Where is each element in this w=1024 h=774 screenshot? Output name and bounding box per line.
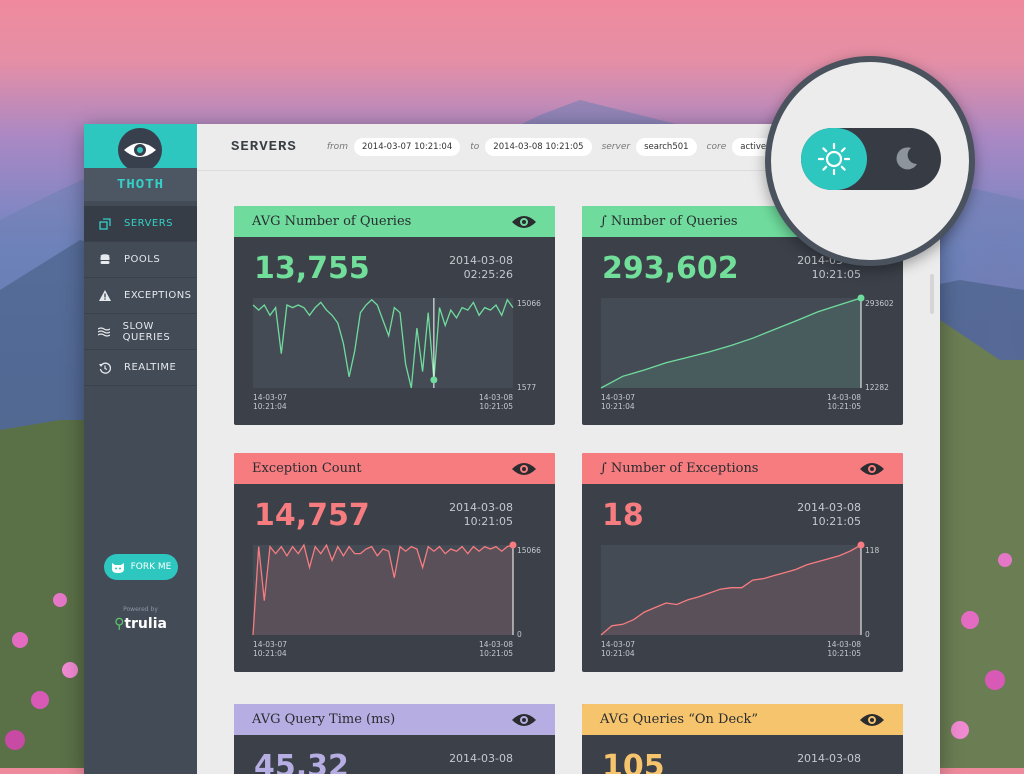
y-min-label: 1577: [517, 383, 536, 392]
x-start-time-label: 10:21:04: [253, 649, 287, 658]
sidebar: THOTH SERVERS POOLS EXCEPTIONS SLOW QUER…: [84, 124, 197, 774]
brand: THOTH: [84, 124, 197, 201]
x-end-date-label: 14-03-08: [827, 393, 861, 402]
eye-icon[interactable]: [859, 713, 885, 727]
y-min-label: 12282: [865, 383, 889, 392]
timestamp: 2014-03-08: [449, 752, 513, 766]
x-start-date-label: 14-03-07: [601, 393, 635, 402]
sidebar-item-label: REALTIME: [124, 362, 177, 373]
warning-icon: [98, 289, 112, 303]
sidebar-item-slow-queries[interactable]: SLOW QUERIES: [84, 314, 197, 350]
card-avg-queries-on-deck: AVG Queries “On Deck” 105 2014-03-08: [582, 704, 903, 774]
line-chart: 15066 1577 14-03-0710:21:04 14-03-0810:21:0…: [252, 298, 541, 411]
from-label: from: [326, 142, 348, 152]
x-end-time-label: 10:21:05: [827, 402, 861, 411]
theme-toggle[interactable]: [801, 128, 941, 190]
sidebar-item-label: POOLS: [124, 254, 161, 265]
page-title: SERVERS: [231, 139, 297, 155]
timestamp-date: 2014-03-08: [797, 752, 861, 765]
sidebar-item-label: SLOW QUERIES: [122, 320, 171, 343]
database-icon: [98, 253, 112, 267]
x-start-date-label: 14-03-07: [253, 393, 287, 402]
timestamp: 2014-03-08: [797, 752, 861, 766]
x-start-time-label: 10:21:04: [601, 649, 635, 658]
area-chart: 118 0 14-03-0710:21:04 14-03-0810:21:05: [600, 541, 880, 658]
y-min-label: 0: [517, 630, 522, 639]
moon-icon: [896, 147, 917, 170]
waves-icon: [98, 325, 111, 339]
fork-me-button[interactable]: FORK ME: [104, 554, 178, 580]
servers-icon: [98, 217, 112, 231]
y-max-label: 15066: [517, 299, 541, 308]
toggle-knob[interactable]: [801, 128, 867, 190]
cursor-point: [857, 541, 865, 549]
from-date-field[interactable]: 2014-03-07 10:21:04: [353, 138, 461, 156]
map-pin-icon: ⚲: [114, 616, 125, 632]
card-avg-queries: AVG Number of Queries 13,755 2014-03-08 0…: [234, 206, 555, 425]
x-start-date-label: 14-03-07: [253, 640, 287, 649]
scrollbar[interactable]: [930, 274, 934, 314]
eye-icon[interactable]: [511, 713, 537, 727]
cursor-point: [430, 376, 438, 384]
y-max-label: 118: [865, 546, 880, 555]
card-exception-count: Exception Count 14,757 2014-03-08 10:21:0…: [234, 453, 555, 672]
x-end-date-label: 14-03-08: [479, 393, 513, 402]
sidebar-item-label: EXCEPTIONS: [124, 290, 192, 301]
to-date-field[interactable]: 2014-03-08 10:21:05: [485, 138, 592, 156]
metric-value: 105: [602, 749, 665, 774]
y-min-label: 0: [865, 630, 870, 639]
x-end-time-label: 10:21:05: [827, 649, 861, 658]
card-header: AVG Query Time (ms): [234, 704, 555, 735]
sun-icon: [817, 142, 851, 176]
brand-name-bar: THOTH: [84, 168, 197, 201]
cursor-point: [857, 294, 865, 302]
sidebar-item-pools[interactable]: POOLS: [84, 242, 197, 278]
history-icon: [98, 361, 112, 375]
x-end-time-label: 10:21:05: [479, 402, 513, 411]
x-start-date-label: 14-03-07: [601, 640, 635, 649]
core-label: core: [706, 142, 727, 152]
x-end-date-label: 14-03-08: [827, 640, 861, 649]
area-fill: [253, 545, 513, 635]
eye-logo-icon: [124, 143, 156, 157]
metric-value: 45.32: [254, 749, 349, 774]
x-end-time-label: 10:21:05: [479, 649, 513, 658]
sidebar-item-realtime[interactable]: REALTIME: [84, 350, 197, 386]
x-start-time-label: 10:21:04: [253, 402, 287, 411]
x-end-date-label: 14-03-08: [479, 640, 513, 649]
area-chart: 15066 0 14-03-0710:21:04 14-03-0810:21:05: [252, 541, 541, 658]
sidebar-nav: SERVERS POOLS EXCEPTIONS SLOW QUERIES RE…: [84, 206, 197, 386]
card-avg-query-time: AVG Query Time (ms) 45.32 2014-03-08: [234, 704, 555, 774]
sidebar-item-label: SERVERS: [124, 218, 174, 229]
card-header: AVG Queries “On Deck”: [582, 704, 903, 735]
github-cat-icon: [111, 562, 124, 573]
brand-name: THOTH: [116, 177, 164, 193]
plot-area: [253, 298, 513, 388]
sidebar-item-servers[interactable]: SERVERS: [84, 206, 197, 242]
card-integral-exceptions: ∫ Number of Exceptions 18 2014-03-08 10:2…: [582, 453, 903, 672]
card-title: AVG Queries “On Deck”: [600, 712, 758, 727]
card-title: AVG Query Time (ms): [252, 712, 396, 727]
fork-me-label: FORK ME: [130, 562, 172, 572]
server-field[interactable]: search501: [636, 138, 697, 156]
theme-toggle-callout: [765, 56, 975, 266]
sidebar-item-exceptions[interactable]: EXCEPTIONS: [84, 278, 197, 314]
x-start-time-label: 10:21:04: [601, 402, 635, 411]
company-name: trulia: [124, 616, 167, 632]
timestamp-date: 2014-03-08: [449, 752, 513, 765]
cursor-point: [509, 541, 517, 549]
y-max-label: 293602: [865, 299, 894, 308]
powered-by-label: Powered by: [123, 606, 158, 613]
y-max-label: 15066: [517, 546, 541, 555]
server-label: server: [601, 142, 631, 152]
to-label: to: [470, 142, 480, 152]
trulia-logo[interactable]: ⚲trulia: [84, 616, 197, 632]
